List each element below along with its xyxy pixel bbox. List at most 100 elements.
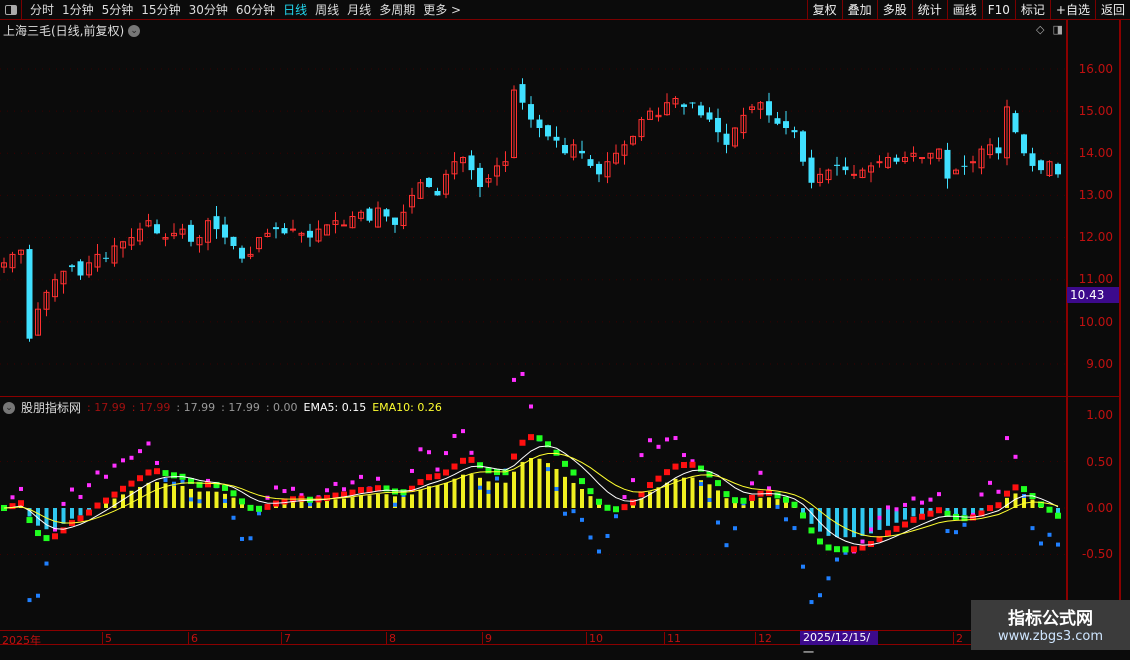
- price-axis[interactable]: 16.00 15.00 14.00 13.00 12.00 11.00 10.0…: [1066, 20, 1120, 630]
- indicator-bar: [512, 472, 516, 508]
- side-tabs-strip[interactable]: [1120, 20, 1130, 650]
- candle-body: [783, 121, 789, 128]
- indicator-dot: [419, 447, 423, 451]
- indicator-dot: [1056, 543, 1060, 547]
- indicator-bar: [181, 486, 185, 508]
- indicator-dot: [444, 451, 448, 455]
- indicator-main-mark: [622, 504, 628, 510]
- price-tick: 16.00: [1079, 62, 1113, 76]
- indicator-bar: [419, 490, 423, 508]
- indicator-dot: [886, 505, 890, 509]
- indicator-bar: [444, 483, 448, 508]
- indicator-dot: [410, 469, 414, 473]
- indicator-dot: [147, 441, 151, 445]
- indicator-dot: [223, 499, 227, 503]
- indicator-dot: [436, 468, 440, 472]
- candle-body: [528, 104, 534, 119]
- indicator-main-mark: [664, 469, 670, 475]
- indicator-dot: [869, 527, 873, 531]
- indicator-main-mark: [741, 498, 747, 504]
- indicator-dot: [1005, 436, 1009, 440]
- indicator-dot: [580, 518, 584, 522]
- candle-body: [367, 209, 373, 221]
- indicator-main-mark: [571, 470, 577, 476]
- indicator-dot: [325, 488, 329, 492]
- indicator-dot: [937, 492, 941, 496]
- indicator-main-mark: [809, 527, 815, 533]
- candle-body: [920, 157, 925, 158]
- indicator-main-mark: [137, 475, 143, 481]
- cursor-date: 2025/12/15/一: [800, 631, 878, 645]
- date-axis: 2025年 5 6 7 8 9 10 11 12 2025/12/15/一 2: [0, 630, 1066, 645]
- indicator-dot: [274, 486, 278, 490]
- indicator-main-mark: [435, 473, 441, 479]
- indicator-bar: [861, 508, 865, 536]
- indicator-main-mark: [239, 498, 245, 504]
- indicator-tick: -0.50: [1082, 547, 1113, 561]
- indicator-bar: [725, 498, 729, 508]
- indicator-dot: [597, 549, 601, 553]
- candle-body: [562, 145, 568, 153]
- indicator-value: : 0.00: [266, 401, 298, 414]
- indicator-bar: [538, 459, 542, 508]
- indicator-bar: [410, 494, 414, 508]
- indicator-dot: [878, 516, 882, 520]
- indicator-bar: [529, 458, 533, 508]
- indicator-main-mark: [834, 546, 840, 552]
- indicator-dot: [453, 434, 457, 438]
- candle-body: [894, 158, 900, 162]
- chart-canvas[interactable]: [0, 0, 1066, 630]
- indicator-dot: [631, 478, 635, 482]
- indicator-dot: [614, 514, 618, 518]
- indicator-dot: [70, 488, 74, 492]
- candle-body: [843, 167, 849, 171]
- candle-body: [231, 237, 237, 246]
- indicator-dot: [79, 495, 83, 499]
- ema10-label: EMA10:: [372, 401, 414, 414]
- candle-body: [724, 134, 730, 145]
- indicator-bar: [572, 483, 576, 508]
- indicator-dot: [623, 495, 627, 499]
- indicator-bar: [767, 497, 771, 508]
- indicator-dot: [674, 436, 678, 440]
- indicator-dot: [104, 475, 108, 479]
- indicator-dot: [810, 600, 814, 604]
- indicator-main-mark: [1055, 513, 1061, 519]
- indicator-dot: [963, 523, 967, 527]
- indicator-main-mark: [537, 435, 543, 441]
- price-tick: 12.00: [1079, 230, 1113, 244]
- indicator-main-mark: [792, 502, 798, 508]
- candle-body: [681, 104, 687, 107]
- indicator-bar: [147, 483, 151, 508]
- price-tick: 14.00: [1079, 146, 1113, 160]
- indicator-bar: [912, 508, 916, 516]
- ema10-readout: EMA10: 0.26: [372, 401, 442, 414]
- indicator-bar: [232, 498, 236, 508]
- indicator-main-mark: [95, 503, 101, 509]
- candle-body: [307, 231, 313, 238]
- indicator-main-mark: [222, 485, 228, 491]
- indicator-dot: [818, 593, 822, 597]
- indicator-main-mark: [554, 450, 560, 456]
- indicator-dot: [19, 487, 23, 491]
- indicator-bar: [487, 481, 491, 508]
- toolbar-button[interactable]: 返回: [1095, 0, 1130, 20]
- indicator-bar: [903, 508, 907, 520]
- candle-body: [154, 224, 160, 233]
- indicator-main-mark: [681, 462, 687, 468]
- candle-body: [596, 164, 602, 174]
- indicator-dot: [257, 511, 261, 515]
- indicator-main-mark: [800, 512, 806, 518]
- indicator-dot: [776, 505, 780, 509]
- indicator-dot: [376, 477, 380, 481]
- indicator-dot: [912, 497, 916, 501]
- indicator-bar: [359, 495, 363, 508]
- indicator-bar: [708, 484, 712, 508]
- indicator-main-mark: [324, 495, 330, 501]
- candle-body: [792, 130, 798, 132]
- indicator-main-mark: [146, 469, 152, 475]
- indicator-dot: [36, 594, 40, 598]
- chevron-down-icon[interactable]: ⌄: [3, 402, 15, 414]
- indicator-main-mark: [562, 461, 568, 467]
- candle-body: [715, 118, 721, 132]
